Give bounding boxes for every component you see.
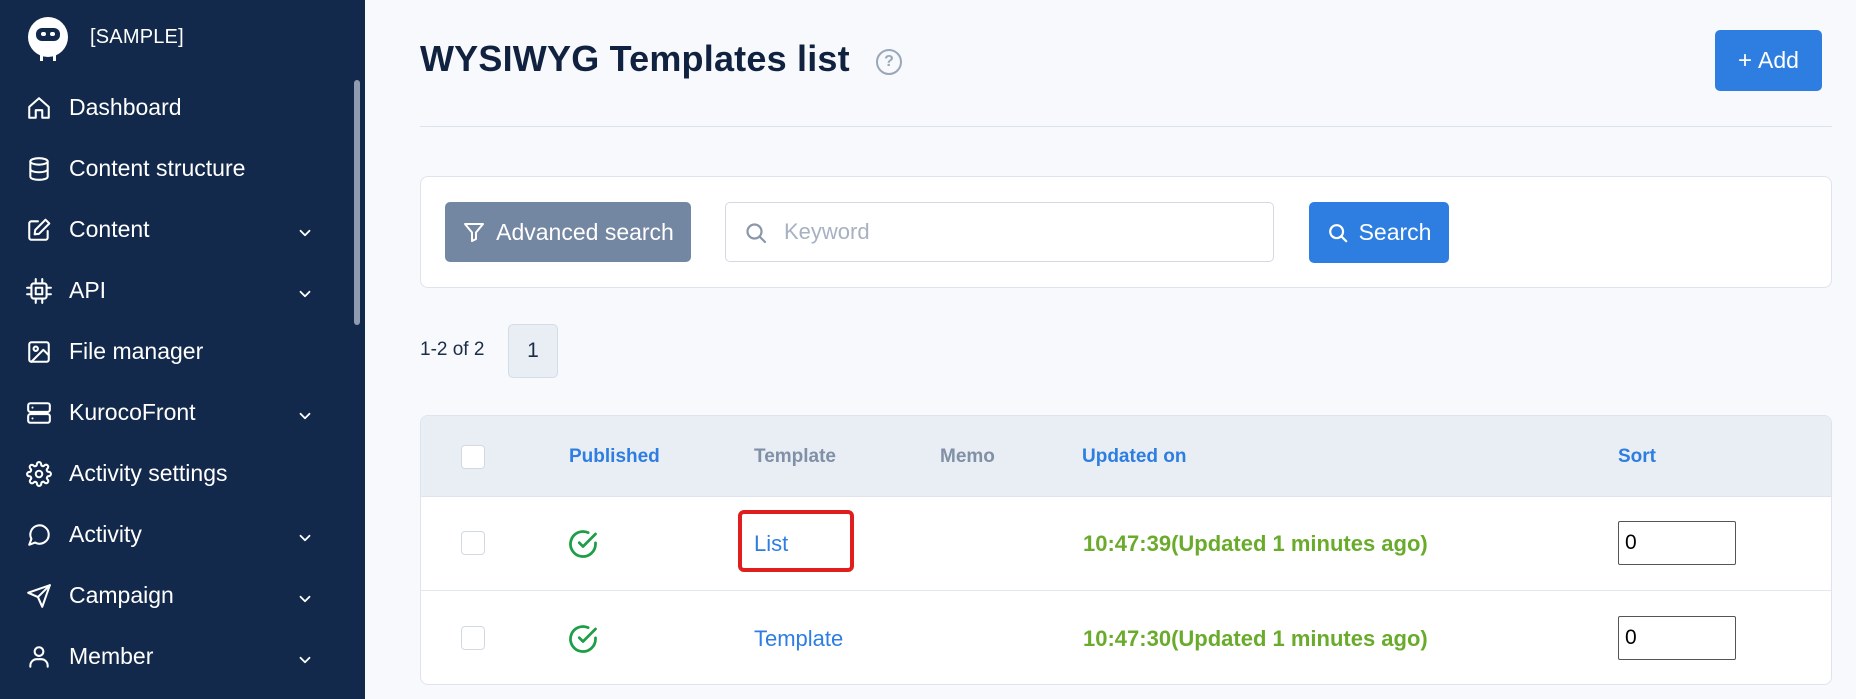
keyword-field[interactable] xyxy=(725,202,1274,262)
row-checkbox[interactable] xyxy=(461,626,485,650)
server-icon xyxy=(26,400,52,426)
sidebar: [SAMPLE] Dashboard Content structure Con… xyxy=(0,0,365,699)
sidebar-item-label: Content structure xyxy=(69,155,246,181)
search-icon xyxy=(1328,223,1347,242)
sort-input[interactable] xyxy=(1618,521,1736,565)
chat-icon xyxy=(26,522,52,548)
column-header-updated-on[interactable]: Updated on xyxy=(1082,446,1187,468)
chevron-down-icon[interactable] xyxy=(296,221,314,239)
table-header: Published Template Memo Updated on Sort xyxy=(421,416,1831,497)
add-button-label: Add xyxy=(1758,47,1799,73)
sidebar-item-label: File manager xyxy=(69,338,204,364)
pagination-page-1[interactable]: 1 xyxy=(508,324,558,378)
sidebar-nav: Dashboard Content structure Content API xyxy=(0,77,340,687)
sidebar-item-content-structure[interactable]: Content structure xyxy=(0,138,340,199)
published-check-icon xyxy=(568,529,598,559)
sidebar-item-content[interactable]: Content xyxy=(0,199,340,260)
advanced-search-button[interactable]: Advanced search xyxy=(445,202,691,262)
help-icon[interactable]: ? xyxy=(876,49,902,75)
sidebar-scrollbar[interactable] xyxy=(354,80,360,325)
sidebar-item-label: KurocoFront xyxy=(69,399,196,425)
row-checkbox[interactable] xyxy=(461,531,485,555)
sidebar-item-member[interactable]: Member xyxy=(0,626,340,687)
header-divider xyxy=(420,126,1832,127)
image-icon xyxy=(26,339,52,365)
sidebar-item-file-manager[interactable]: File manager xyxy=(0,321,340,382)
sidebar-item-label: Member xyxy=(69,643,154,669)
template-link[interactable]: List xyxy=(754,531,788,557)
column-header-memo: Memo xyxy=(940,446,995,467)
sidebar-item-kurocofront[interactable]: KurocoFront xyxy=(0,382,340,443)
table-row: List 10:47:39(Updated 1 minutes ago) xyxy=(421,497,1831,591)
sidebar-item-activity[interactable]: Activity xyxy=(0,504,340,565)
sidebar-item-label: Activity xyxy=(69,521,142,547)
published-check-icon xyxy=(568,624,598,654)
search-panel: Advanced search Search xyxy=(420,176,1832,288)
brand-logo xyxy=(28,17,68,61)
home-icon xyxy=(26,95,52,121)
column-header-published[interactable]: Published xyxy=(569,446,660,468)
database-icon xyxy=(26,156,52,182)
sidebar-item-label: Campaign xyxy=(69,582,174,608)
filter-icon xyxy=(464,223,485,242)
column-header-template: Template xyxy=(754,446,837,467)
search-button-label: Search xyxy=(1358,219,1432,245)
advanced-search-label: Advanced search xyxy=(496,218,674,245)
templates-table: Published Template Memo Updated on Sort … xyxy=(420,415,1832,685)
add-button[interactable]: + Add xyxy=(1715,30,1822,91)
user-icon xyxy=(26,644,52,670)
edit-icon xyxy=(26,217,52,243)
chevron-down-icon[interactable] xyxy=(296,526,314,544)
result-range: 1-2 of 2 xyxy=(420,339,485,360)
send-icon xyxy=(26,583,52,609)
sidebar-item-activity-settings[interactable]: Activity settings xyxy=(0,443,340,504)
chevron-down-icon[interactable] xyxy=(296,648,314,666)
updated-on: 10:47:30(Updated 1 minutes ago) xyxy=(1083,626,1428,651)
chip-icon xyxy=(26,277,52,304)
select-all-checkbox[interactable] xyxy=(461,445,485,469)
brand-name: [SAMPLE] xyxy=(90,25,184,48)
column-header-sort[interactable]: Sort xyxy=(1618,446,1656,468)
sidebar-item-api[interactable]: API xyxy=(0,260,340,321)
brand[interactable]: [SAMPLE] xyxy=(28,17,184,61)
keyword-input[interactable] xyxy=(784,211,1254,253)
template-link[interactable]: Template xyxy=(754,626,843,652)
sort-input[interactable] xyxy=(1618,616,1736,660)
search-icon xyxy=(746,223,767,244)
updated-on: 10:47:39(Updated 1 minutes ago) xyxy=(1083,531,1428,556)
sidebar-item-label: Activity settings xyxy=(69,460,228,486)
search-button[interactable]: Search xyxy=(1309,202,1449,263)
chevron-down-icon[interactable] xyxy=(296,587,314,605)
sidebar-item-label: Content xyxy=(69,216,150,242)
table-row: Template 10:47:30(Updated 1 minutes ago) xyxy=(421,592,1831,684)
chevron-down-icon[interactable] xyxy=(296,282,314,300)
plus-icon: + xyxy=(1738,46,1753,74)
sidebar-item-campaign[interactable]: Campaign xyxy=(0,565,340,626)
page-title: WYSIWYG Templates list xyxy=(420,38,850,79)
sidebar-item-label: API xyxy=(69,277,107,303)
sidebar-item-label: Dashboard xyxy=(69,94,182,120)
gear-icon xyxy=(26,460,52,487)
chevron-down-icon[interactable] xyxy=(296,404,314,422)
sidebar-item-dashboard[interactable]: Dashboard xyxy=(0,77,340,138)
